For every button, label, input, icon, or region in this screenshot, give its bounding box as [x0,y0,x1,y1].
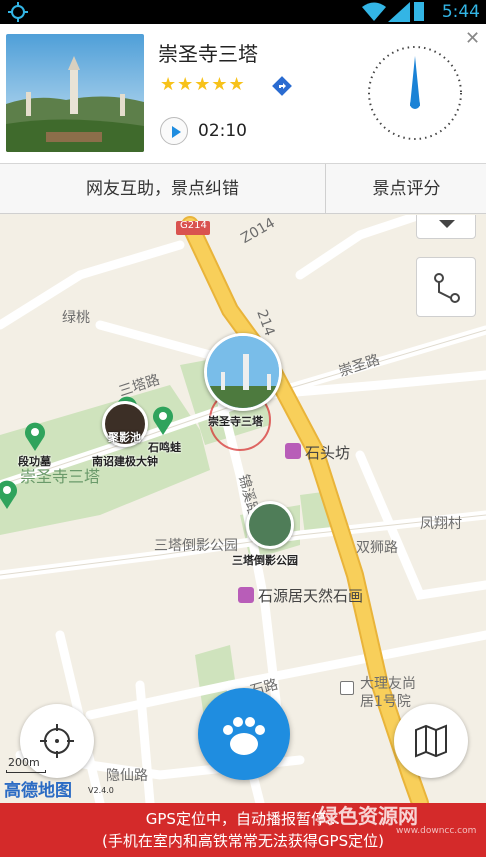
chevron-down-icon [439,220,455,228]
road-label-yinxian: 隐仙路 [106,768,148,784]
photo-pin-daoying[interactable] [246,501,294,549]
play-icon [172,126,181,138]
audio-duration: 02:10 [198,121,247,141]
poi-chongsheng[interactable]: 崇圣寺三塔 [208,413,263,429]
road-label-g214: G214 [180,220,207,231]
poi-duangong[interactable]: 段功墓 [18,453,51,469]
gps-icon [8,2,28,22]
clock: 5:44 [441,2,480,22]
place-lvtao: 绿桃 [62,310,90,326]
route-icon [434,273,460,303]
watermark-url: www.downcc.com [396,826,477,836]
road-label-shuangshi: 双狮路 [356,540,398,556]
poi-juxin[interactable]: 聚影池 [108,429,141,445]
paw-icon [223,717,265,755]
paw-button[interactable] [198,688,290,780]
building-icon [340,681,354,695]
route-button[interactable] [416,257,476,317]
poi-shitoufang[interactable]: 石头坊 [305,442,350,463]
eye-pin-icon[interactable] [24,421,46,451]
amap-logo: 高德地图 [4,781,72,801]
play-audio-button[interactable] [160,117,188,145]
eye-pin-icon[interactable] [0,479,18,509]
screen: { "status_bar": { "time": "5:44" }, "hea… [0,0,486,857]
shop-icon [285,443,301,459]
map-scale-label: 200m [8,756,40,769]
place-santa-daoying: 三塔倒影公园 [154,538,238,554]
action-tabs: 网友互助，景点纠错 景点评分 [0,164,486,214]
poi-daoying[interactable]: 三塔倒影公园 [232,552,298,568]
eye-pin-icon[interactable] [152,405,174,435]
place-fengxiang: 凤翔村 [420,516,462,532]
compass-icon [368,46,462,140]
shop-icon [238,587,254,603]
watermark: 绿色资源网 [318,804,418,828]
status-bar: 5:44 [0,0,486,24]
wifi-icon [362,2,386,21]
map-icon [415,724,447,758]
close-icon[interactable]: ✕ [465,28,480,49]
poi-shiyuanju[interactable]: 石源居天然石画 [258,585,363,606]
attraction-card: 崇圣寺三塔 ★★★★★ 02:10 ✕ [0,24,486,164]
rating-stars: ★★★★★ [160,74,246,95]
photo-pin-chongsheng[interactable] [204,333,282,411]
navigate-icon[interactable] [272,76,292,96]
map-book-button[interactable] [394,704,468,778]
tab-rating[interactable]: 景点评分 [327,164,486,214]
signal-icon [388,2,410,22]
battery-icon [414,2,424,21]
poi-nanzhao[interactable]: 南诏建极大钟 [92,453,158,469]
version-label: V2.4.0 [88,786,114,795]
attraction-title: 崇圣寺三塔 [158,42,258,66]
attraction-thumbnail[interactable] [6,34,144,152]
map-scale-bar [6,770,46,773]
layer-toggle-button[interactable] [416,215,476,239]
place-dali-youshang: 大理友尚 [360,676,416,692]
tab-feedback[interactable]: 网友互助，景点纠错 [0,164,326,214]
